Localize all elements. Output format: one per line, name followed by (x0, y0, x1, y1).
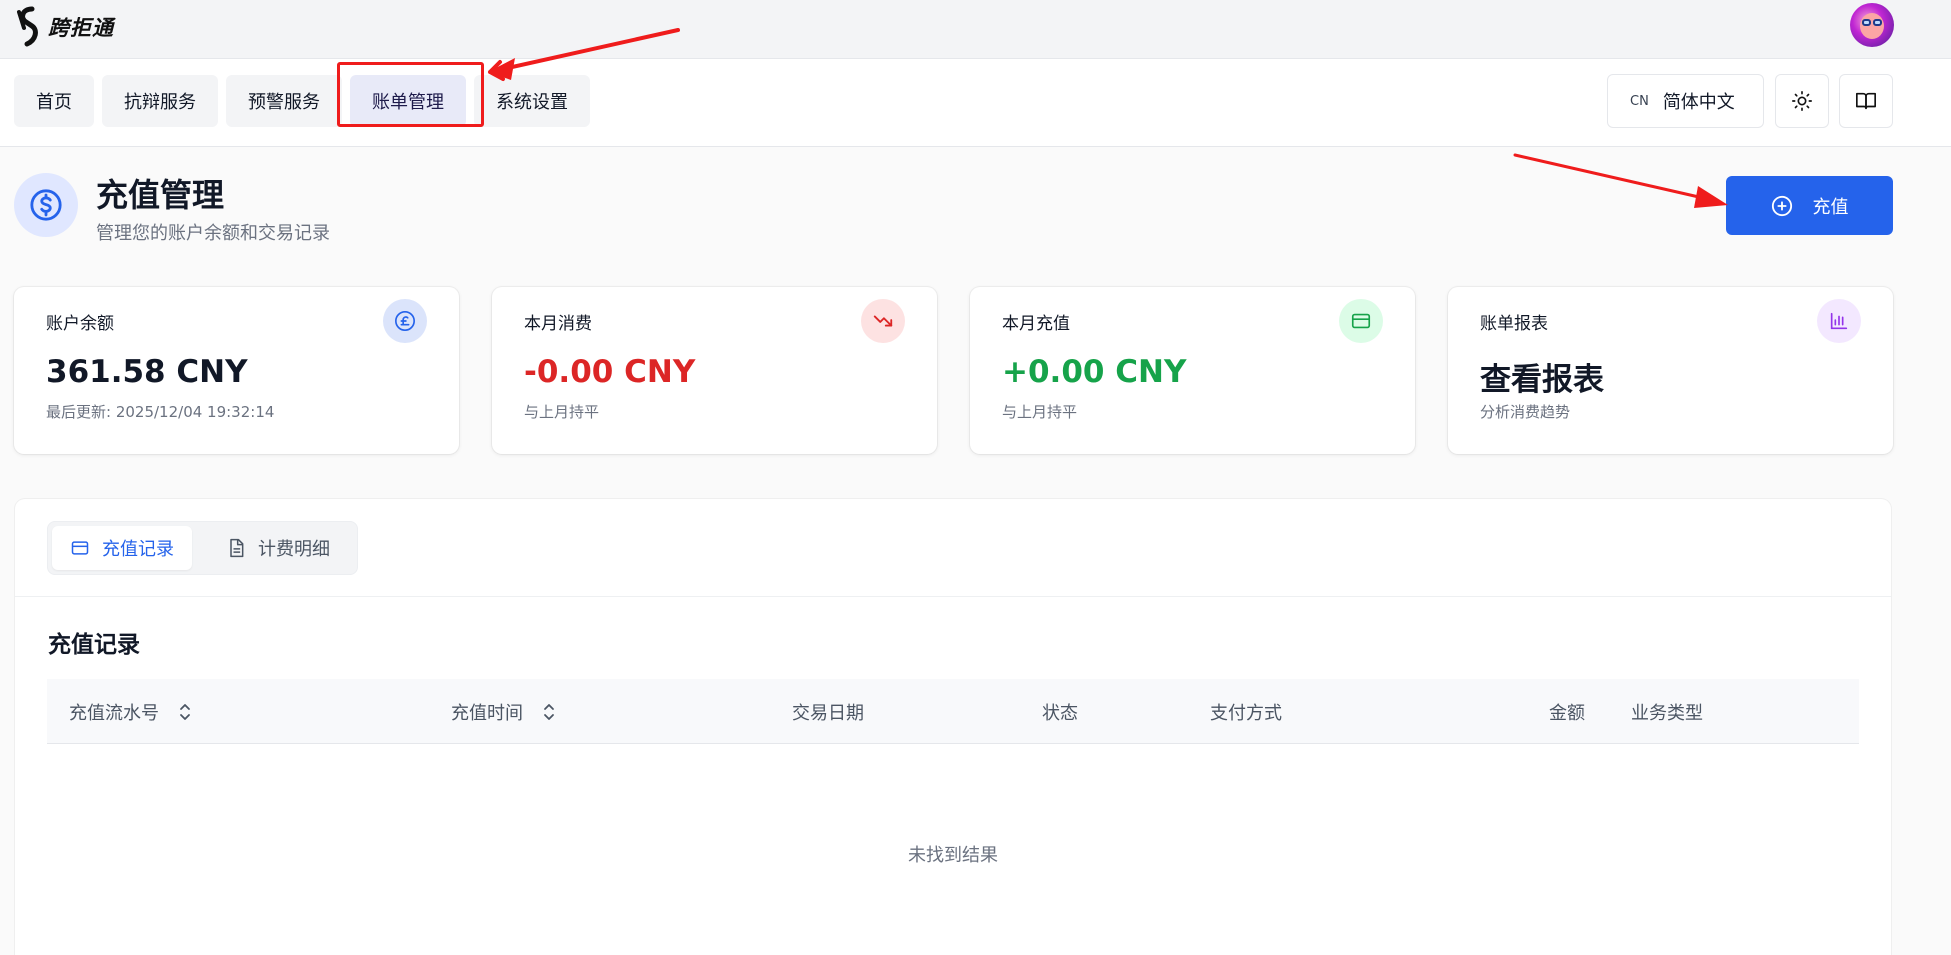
recharge-button-label: 充值 (1812, 196, 1849, 218)
column-header-amount: 金额 (1549, 679, 1585, 744)
section-title: 充值记录 (48, 632, 140, 658)
stat-icon-wrapper (383, 299, 427, 343)
page-subtitle: 管理您的账户余额和交易记录 (96, 223, 330, 244)
column-header-recharge-time[interactable]: 充值时间 (451, 679, 557, 744)
stat-subtext: 与上月持平 (1002, 403, 1078, 421)
sun-icon (1792, 91, 1812, 111)
tab-home[interactable]: 首页 (14, 75, 94, 127)
tab-dispute-service[interactable]: 抗辩服务 (102, 75, 218, 127)
tab-label: 计费明细 (258, 539, 330, 560)
tab-label: 预警服务 (248, 92, 320, 113)
brand-name: 跨拒通 (48, 16, 114, 40)
empty-state-text: 未找到结果 (908, 845, 998, 866)
tab-label: 系统设置 (496, 92, 568, 113)
column-label: 交易日期 (792, 702, 864, 724)
tab-label: 抗辩服务 (124, 92, 196, 113)
brand-logo[interactable]: 跨拒通 (14, 6, 114, 48)
document-icon (230, 538, 244, 558)
column-label: 充值流水号 (69, 702, 159, 724)
stat-icon-wrapper (1339, 299, 1383, 343)
tab-label: 首页 (36, 92, 72, 113)
stat-icon-wrapper (861, 299, 905, 343)
column-label: 状态 (1042, 702, 1078, 724)
credit-card-icon (71, 541, 89, 555)
stat-card-monthly-spend: 本月消费 -0.00 CNY 与上月持平 (492, 287, 937, 454)
stat-card-monthly-recharge: 本月充值 +0.00 CNY 与上月持平 (970, 287, 1415, 454)
records-tab-group: 充值记录 计费明细 (47, 521, 358, 575)
table-header: 充值流水号 充值时间 交易日期 状态 支付方式 金额 业务类型 (47, 679, 1859, 744)
stat-subtext: 与上月持平 (524, 403, 600, 421)
stat-label: 本月消费 (524, 314, 592, 334)
theme-toggle-button[interactable] (1775, 74, 1829, 128)
stat-subtext: 最后更新: 2025/12/04 19:32:14 (46, 403, 275, 421)
language-code: CN (1630, 93, 1649, 109)
tab-recharge-records[interactable]: 充值记录 (52, 526, 192, 570)
recharge-button[interactable]: 充值 (1726, 176, 1893, 235)
column-label: 业务类型 (1631, 702, 1703, 724)
tab-label: 账单管理 (372, 92, 444, 113)
column-header-payment-method: 支付方式 (1210, 679, 1282, 744)
stat-subtext: 分析消费趋势 (1480, 403, 1571, 421)
pound-icon (395, 311, 415, 331)
column-label: 金额 (1549, 702, 1585, 724)
dollar-icon (30, 189, 62, 221)
divider (15, 596, 1891, 597)
stat-value: 查看报表 (1480, 362, 1604, 398)
tab-alert-service[interactable]: 预警服务 (226, 75, 342, 127)
stat-icon-wrapper (1817, 299, 1861, 343)
tab-billing[interactable]: 账单管理 (350, 75, 466, 127)
bar-chart-icon (1830, 312, 1848, 330)
stat-value: 361.58 CNY (46, 354, 248, 390)
plus-circle-icon (1771, 195, 1792, 216)
column-header-business-type: 业务类型 (1631, 679, 1703, 744)
column-header-trade-date: 交易日期 (792, 679, 864, 744)
credit-card-icon (1351, 313, 1371, 329)
stat-card-balance: 账户余额 361.58 CNY 最后更新: 2025/12/04 19:32:1… (14, 287, 459, 454)
stat-label: 账户余额 (46, 314, 114, 334)
records-panel: 充值记录 计费明细 充值记录 充值流水号 充值时间 交易日期 状态 支付方式 金… (15, 499, 1891, 955)
column-header-status: 状态 (1042, 679, 1078, 744)
column-label: 支付方式 (1210, 702, 1282, 724)
column-header-serial[interactable]: 充值流水号 (69, 679, 193, 744)
page-title: 充值管理 (96, 176, 225, 214)
language-selector[interactable]: CN 简体中文 (1607, 74, 1764, 128)
avatar-icon[interactable] (1850, 3, 1894, 47)
stat-label: 账单报表 (1480, 314, 1548, 334)
page-icon (14, 173, 78, 237)
stat-label: 本月充值 (1002, 314, 1070, 334)
tab-billing-details[interactable]: 计费明细 (208, 526, 348, 570)
tab-settings[interactable]: 系统设置 (474, 75, 590, 127)
stat-card-billing-report[interactable]: 账单报表 查看报表 分析消费趋势 (1448, 287, 1893, 454)
s-logo-icon (17, 6, 38, 47)
top-bar: 跨拒通 (0, 0, 1951, 59)
language-label: 简体中文 (1662, 92, 1735, 113)
trending-down-icon (873, 315, 893, 327)
tab-label: 充值记录 (102, 539, 174, 560)
stat-value: +0.00 CNY (1002, 354, 1187, 390)
book-icon (1856, 92, 1876, 110)
sort-icon[interactable] (541, 702, 557, 722)
stat-value: -0.00 CNY (524, 354, 696, 390)
arrow-to-recharge-button (1513, 153, 1728, 208)
docs-button[interactable] (1839, 74, 1893, 128)
sort-icon[interactable] (177, 702, 193, 722)
column-label: 充值时间 (451, 702, 523, 724)
